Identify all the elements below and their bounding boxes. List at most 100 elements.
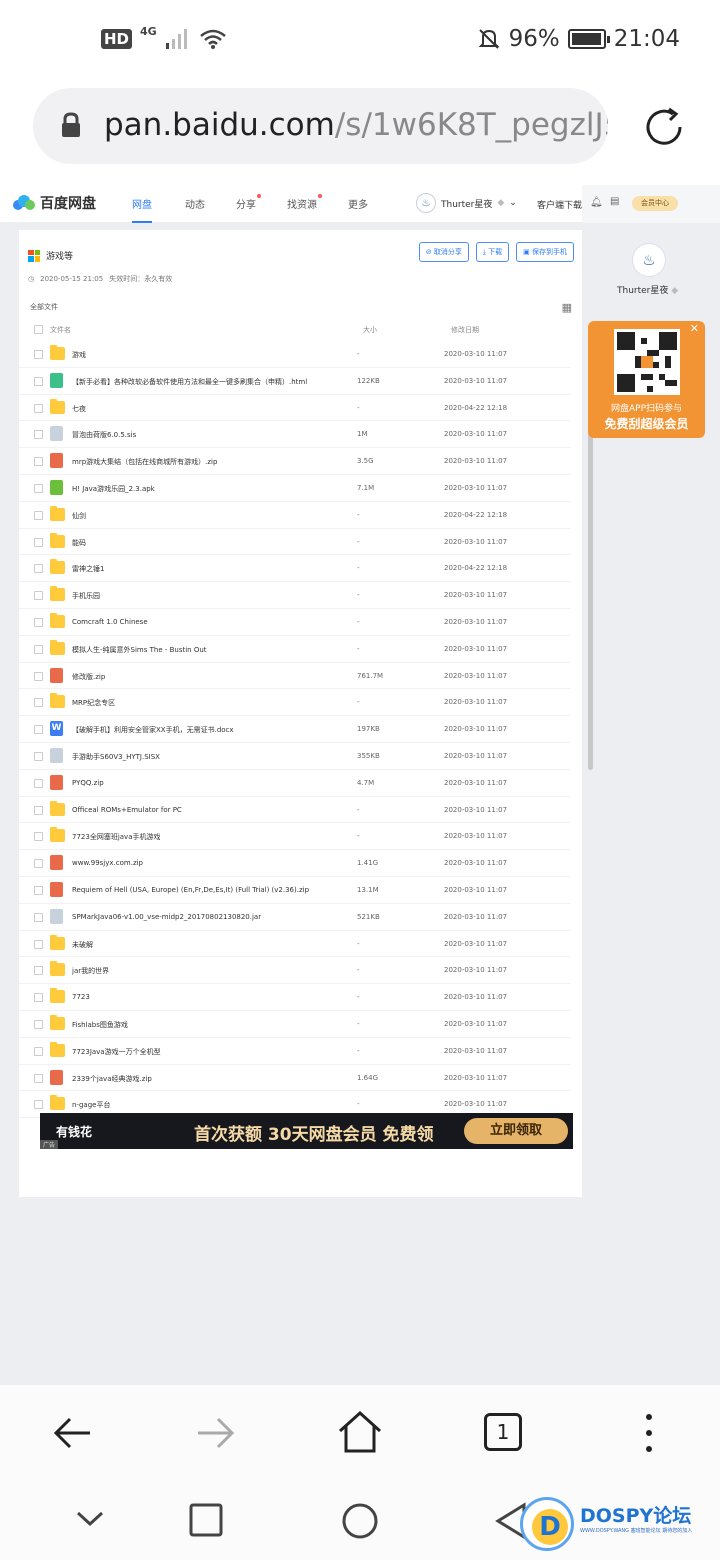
file-name[interactable]: 仙剑	[72, 511, 86, 521]
bell-icon[interactable]: 🔔︎	[590, 197, 603, 208]
table-row[interactable]: H! Java游戏乐园_2.3.apk 7.1M 2020-03-10 11:07	[19, 475, 571, 502]
row-checkbox[interactable]	[34, 1100, 43, 1110]
file-name[interactable]: 七夜	[72, 404, 86, 414]
table-row[interactable]: 2339个java经典游戏.zip 1.64G 2020-03-10 11:07	[19, 1065, 571, 1092]
file-name[interactable]: mrp游戏大集结（包括在线商城所有游戏）.zip	[72, 457, 217, 467]
row-checkbox[interactable]	[34, 698, 43, 708]
table-row[interactable]: Fishlabs图鱼游戏 - 2020-03-10 11:07	[19, 1011, 571, 1038]
url-text[interactable]: pan.baidu.com/s/1w6K8T_pegzlJ5	[104, 107, 608, 143]
file-name[interactable]: Officeal ROMs+Emulator for PC	[72, 806, 182, 814]
row-checkbox[interactable]	[34, 993, 43, 1003]
table-row[interactable]: 7723 - 2020-03-10 11:07	[19, 984, 571, 1011]
table-row[interactable]: 7723Java游戏一万个全机型 - 2020-03-10 11:07	[19, 1038, 571, 1065]
file-name[interactable]: 模拟人生-纯属意外Sims The - Bustin Out	[72, 645, 207, 655]
row-checkbox[interactable]	[34, 1046, 43, 1056]
row-checkbox[interactable]	[34, 591, 43, 601]
file-name[interactable]: 手游助手S60V3_HYTJ.SISX	[72, 752, 160, 762]
select-all-checkbox[interactable]	[34, 325, 43, 334]
table-row[interactable]: 修改版.zip 761.7M 2020-03-10 11:07	[19, 663, 571, 690]
table-row[interactable]: www.99sjyx.com.zip 1.41G 2020-03-10 11:07	[19, 850, 571, 877]
row-checkbox[interactable]	[34, 1019, 43, 1029]
more-menu-icon[interactable]	[627, 1411, 671, 1455]
file-name[interactable]: Fishlabs图鱼游戏	[72, 1020, 128, 1030]
table-row[interactable]: MRP纪念专区 - 2020-03-10 11:07	[19, 689, 571, 717]
reload-icon[interactable]	[640, 103, 688, 151]
file-name[interactable]: Requiem of Hell (USA, Europe) (En,Fr,De,…	[72, 886, 309, 894]
table-row[interactable]: 游戏 - 2020-03-10 11:07	[19, 341, 571, 368]
save-to-phone-button[interactable]: ▣ 保存到手机	[516, 242, 574, 262]
clipboard-icon[interactable]: ▤	[610, 196, 619, 207]
scrollbar[interactable]	[588, 385, 593, 770]
vip-center-button[interactable]: 会员中心	[632, 196, 678, 211]
qr-promo-card[interactable]: ✕ 网盘APP扫码参与 免费刮超级会员	[588, 321, 705, 438]
row-checkbox[interactable]	[34, 430, 43, 440]
row-checkbox[interactable]	[34, 617, 43, 627]
table-row[interactable]: 手机乐园 - 2020-03-10 11:07	[19, 582, 571, 609]
table-row[interactable]: 手游助手S60V3_HYTJ.SISX 355KB 2020-03-10 11:07	[19, 743, 571, 770]
forward-arrow-icon[interactable]	[194, 1411, 238, 1455]
file-name[interactable]: 2339个java经典游戏.zip	[72, 1074, 152, 1084]
row-checkbox[interactable]	[34, 457, 43, 467]
row-checkbox[interactable]	[34, 403, 43, 413]
address-bar[interactable]: pan.baidu.com/s/1w6K8T_pegzlJ5	[33, 88, 608, 164]
row-checkbox[interactable]	[34, 912, 43, 922]
table-row[interactable]: 未破解 - 2020-03-10 11:07	[19, 931, 571, 958]
row-checkbox[interactable]	[34, 376, 43, 386]
cancel-share-button[interactable]: ⊘ 取消分享	[418, 242, 469, 262]
row-checkbox[interactable]	[34, 350, 43, 359]
table-row[interactable]: 【新手必看】各种改软必备软件使用方法和最全一键多刷集合（申精）.html 122K…	[19, 368, 571, 395]
nav-item-activity[interactable]: 动态	[185, 196, 205, 211]
home-icon[interactable]	[337, 1409, 383, 1455]
row-checkbox[interactable]	[34, 564, 43, 574]
row-checkbox[interactable]	[34, 966, 43, 976]
file-name[interactable]: MRP纪念专区	[72, 698, 115, 708]
table-row[interactable]: 雷神之锤1 - 2020-04-22 12:18	[19, 555, 571, 583]
row-checkbox[interactable]	[34, 671, 43, 681]
column-date[interactable]: 修改日期	[451, 325, 479, 335]
user-menu[interactable]: ♨ Thurter星夜 ◆ ⌄	[416, 193, 517, 213]
file-name[interactable]: 【破解手机】利用安全管家XX手机，无需证书.docx	[72, 725, 234, 735]
table-row[interactable]: Comcraft 1.0 Chinese - 2020-03-10 11:07	[19, 609, 571, 636]
file-name[interactable]: 冒泡由荷版6.0.5.sis	[72, 430, 136, 440]
table-row[interactable]: mrp游戏大集结（包括在线商城所有游戏）.zip 3.5G 2020-03-10 1…	[19, 448, 571, 475]
row-checkbox[interactable]	[34, 725, 43, 735]
file-name[interactable]: PYQQ.zip	[72, 779, 104, 787]
nav-item-resources[interactable]: 找资源	[287, 194, 322, 211]
row-checkbox[interactable]	[34, 885, 43, 895]
file-name[interactable]: 能码	[72, 538, 86, 548]
table-row[interactable]: PYQQ.zip 4.7M 2020-03-10 11:07	[19, 770, 571, 797]
file-name[interactable]: 未破解	[72, 940, 93, 950]
back-arrow-icon[interactable]	[50, 1411, 94, 1455]
file-name[interactable]: n-gage平台	[72, 1100, 110, 1110]
chevron-down-icon[interactable]	[74, 1506, 106, 1530]
table-row[interactable]: Officeal ROMs+Emulator for PC - 2020-03-10…	[19, 797, 571, 824]
ad-banner[interactable]: 有钱花 首次获额 30天网盘会员 免费领 立即领取 广告	[40, 1113, 573, 1149]
row-checkbox[interactable]	[34, 1073, 43, 1083]
row-checkbox[interactable]	[34, 778, 43, 788]
table-row[interactable]: W 【破解手机】利用安全管家XX手机，无需证书.docx 197KB 2020-03-…	[19, 716, 571, 743]
row-checkbox[interactable]	[34, 483, 43, 493]
row-checkbox[interactable]	[34, 805, 43, 815]
sidebar-avatar[interactable]: ♨	[632, 243, 666, 277]
ad-cta-button[interactable]: 立即领取	[464, 1118, 568, 1144]
table-row[interactable]: 模拟人生-纯属意外Sims The - Bustin Out - 2020-03-1…	[19, 636, 571, 663]
table-row[interactable]: Requiem of Hell (USA, Europe) (En,Fr,De,…	[19, 877, 571, 904]
row-checkbox[interactable]	[34, 832, 43, 842]
column-name[interactable]: 文件名	[50, 325, 71, 335]
file-name[interactable]: 7723全网塞班java手机游戏	[72, 832, 160, 842]
file-name[interactable]: 修改版.zip	[72, 672, 105, 682]
table-row[interactable]: 七夜 - 2020-04-22 12:18	[19, 395, 571, 422]
file-name[interactable]: 手机乐园	[72, 591, 100, 601]
table-row[interactable]: jar我的世界 - 2020-03-10 11:07	[19, 957, 571, 985]
table-row[interactable]: 能码 - 2020-03-10 11:07	[19, 529, 571, 556]
nav-item-more[interactable]: 更多	[348, 196, 368, 211]
file-name[interactable]: SPMarkJava06-v1.00_vse-midp2_20170802130…	[72, 913, 261, 921]
row-checkbox[interactable]	[34, 537, 43, 547]
table-row[interactable]: 冒泡由荷版6.0.5.sis 1M 2020-03-10 11:07	[19, 421, 571, 449]
table-row[interactable]: SPMarkJava06-v1.00_vse-midp2_20170802130…	[19, 904, 571, 931]
home-circle-icon[interactable]	[341, 1502, 379, 1540]
download-button[interactable]: ⤓ 下载	[475, 242, 510, 262]
tab-switcher-button[interactable]: 1	[484, 1413, 522, 1451]
file-name[interactable]: Comcraft 1.0 Chinese	[72, 618, 148, 626]
recents-square-icon[interactable]	[189, 1503, 223, 1537]
